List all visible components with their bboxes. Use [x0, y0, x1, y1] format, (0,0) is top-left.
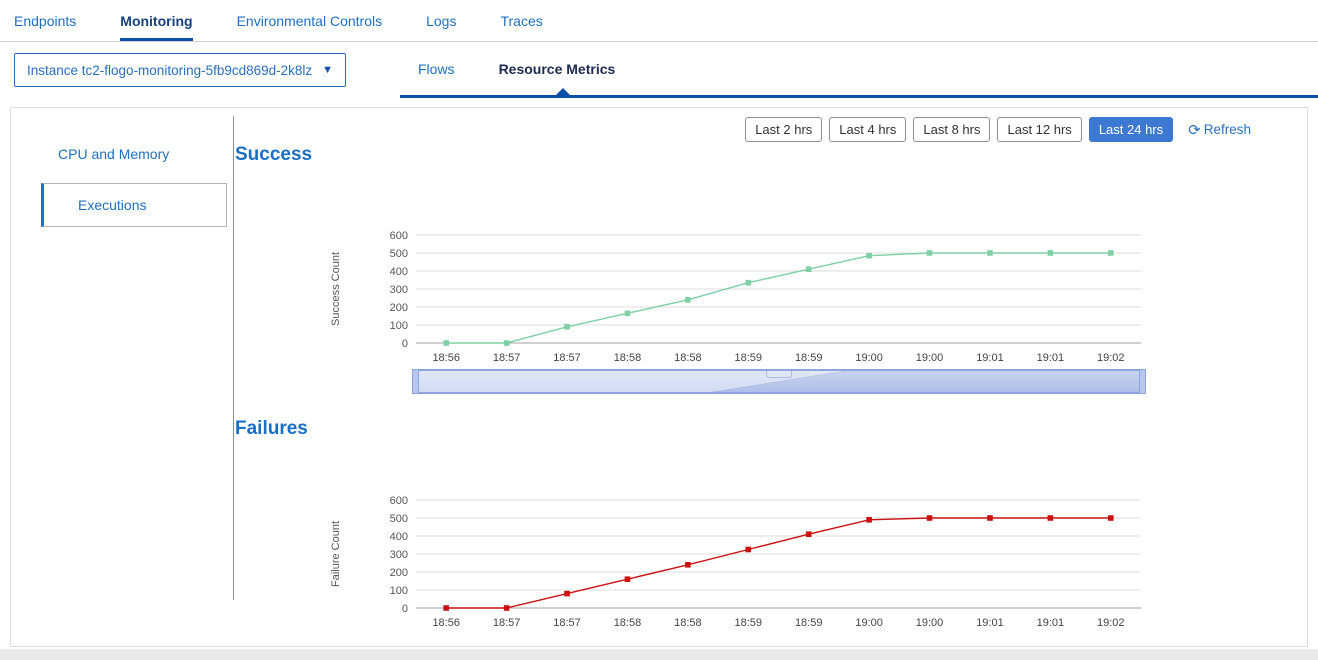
svg-text:18:59: 18:59: [735, 352, 763, 364]
time-button-last-24-hrs[interactable]: Last 24 hrs: [1089, 117, 1173, 142]
svg-text:500: 500: [390, 513, 408, 525]
svg-text:0: 0: [402, 603, 408, 615]
svg-text:19:01: 19:01: [976, 352, 1004, 364]
tab-logs[interactable]: Logs: [426, 0, 456, 41]
top-nav-tabs: Endpoints Monitoring Environmental Control…: [14, 0, 587, 41]
active-subtab-caret: [556, 88, 570, 95]
time-range-buttons: Last 2 hrs Last 4 hrs Last 8 hrs Last 12 hr…: [745, 117, 1173, 142]
sidebar-item-executions[interactable]: Executions: [41, 183, 227, 227]
svg-text:500: 500: [390, 248, 408, 260]
chevron-down-icon: ▼: [322, 64, 333, 76]
chart-range-selector[interactable]: [416, 369, 1142, 394]
svg-text:18:59: 18:59: [735, 617, 763, 629]
svg-text:18:57: 18:57: [493, 617, 521, 629]
svg-text:18:57: 18:57: [553, 617, 581, 629]
svg-text:100: 100: [390, 585, 408, 597]
svg-text:0: 0: [402, 338, 408, 350]
bottom-strip: [0, 649, 1318, 660]
range-handle-left[interactable]: [412, 369, 419, 394]
svg-text:200: 200: [390, 302, 408, 314]
subtab-underline: [400, 95, 1318, 98]
time-button-last-4-hrs[interactable]: Last 4 hrs: [829, 117, 906, 142]
time-button-last-8-hrs[interactable]: Last 8 hrs: [913, 117, 990, 142]
top-nav: Endpoints Monitoring Environmental Control…: [0, 0, 1318, 42]
svg-text:19:00: 19:00: [916, 352, 944, 364]
svg-text:400: 400: [390, 266, 408, 278]
svg-text:19:00: 19:00: [855, 617, 883, 629]
svg-text:18:58: 18:58: [674, 352, 702, 364]
svg-text:Failure Count: Failure Count: [330, 521, 342, 587]
svg-text:19:02: 19:02: [1097, 352, 1125, 364]
svg-text:18:58: 18:58: [614, 617, 642, 629]
svg-text:400: 400: [390, 531, 408, 543]
sidebar-item-cpu-and-memory[interactable]: CPU and Memory: [58, 146, 169, 162]
subtab-resource-metrics[interactable]: Resource Metrics: [499, 61, 616, 77]
svg-text:Success Count: Success Count: [330, 252, 342, 326]
svg-text:600: 600: [390, 495, 408, 507]
svg-text:19:00: 19:00: [916, 617, 944, 629]
vertical-divider: [233, 116, 234, 600]
svg-text:600: 600: [390, 230, 408, 242]
svg-text:18:58: 18:58: [614, 352, 642, 364]
svg-text:18:56: 18:56: [432, 352, 460, 364]
subtab-flows[interactable]: Flows: [418, 61, 455, 77]
refresh-label: Refresh: [1204, 122, 1251, 137]
svg-text:18:59: 18:59: [795, 352, 823, 364]
metrics-subtabs: Flows Resource Metrics: [418, 42, 615, 95]
success-chart-title: Success: [235, 144, 312, 166]
svg-text:300: 300: [390, 549, 408, 561]
svg-text:300: 300: [390, 284, 408, 296]
range-grip[interactable]: [766, 371, 792, 378]
tab-endpoints[interactable]: Endpoints: [14, 0, 76, 41]
range-handle-right[interactable]: [1139, 369, 1146, 394]
svg-text:19:01: 19:01: [1037, 352, 1065, 364]
svg-text:18:57: 18:57: [553, 352, 581, 364]
svg-text:18:56: 18:56: [432, 617, 460, 629]
svg-text:18:58: 18:58: [674, 617, 702, 629]
success-line-chart: 0 100 200 300 400 500 600 Success Count 18:56 18:…: [321, 221, 1151, 371]
failures-line-chart: 0 100 200 300 400 500 600 Failure Count 18:56 18:…: [321, 486, 1151, 636]
svg-text:200: 200: [390, 567, 408, 579]
sub-toolbar: Instance tc2-flogo-monitoring-5fb9cd869d…: [0, 42, 1318, 98]
instance-selector[interactable]: Instance tc2-flogo-monitoring-5fb9cd869d…: [14, 53, 346, 87]
time-range-row: Last 2 hrs Last 4 hrs Last 8 hrs Last 12 hr…: [745, 117, 1251, 142]
svg-text:18:59: 18:59: [795, 617, 823, 629]
svg-text:100: 100: [390, 320, 408, 332]
time-button-last-2-hrs[interactable]: Last 2 hrs: [745, 117, 822, 142]
svg-text:19:01: 19:01: [1037, 617, 1065, 629]
failures-chart-title: Failures: [235, 418, 308, 440]
refresh-icon: ⟳: [1188, 121, 1201, 139]
svg-text:19:02: 19:02: [1097, 617, 1125, 629]
tab-monitoring[interactable]: Monitoring: [120, 0, 192, 41]
tab-environmental-controls[interactable]: Environmental Controls: [237, 0, 383, 41]
svg-text:19:00: 19:00: [855, 352, 883, 364]
time-button-last-12-hrs[interactable]: Last 12 hrs: [997, 117, 1081, 142]
tab-traces[interactable]: Traces: [500, 0, 542, 41]
svg-text:19:01: 19:01: [976, 617, 1004, 629]
refresh-button[interactable]: ⟳ Refresh: [1188, 121, 1251, 139]
svg-text:18:57: 18:57: [493, 352, 521, 364]
instance-selector-label: Instance tc2-flogo-monitoring-5fb9cd869d…: [27, 63, 312, 78]
metrics-panel: CPU and Memory Executions Last 2 hrsLast…: [10, 107, 1308, 647]
